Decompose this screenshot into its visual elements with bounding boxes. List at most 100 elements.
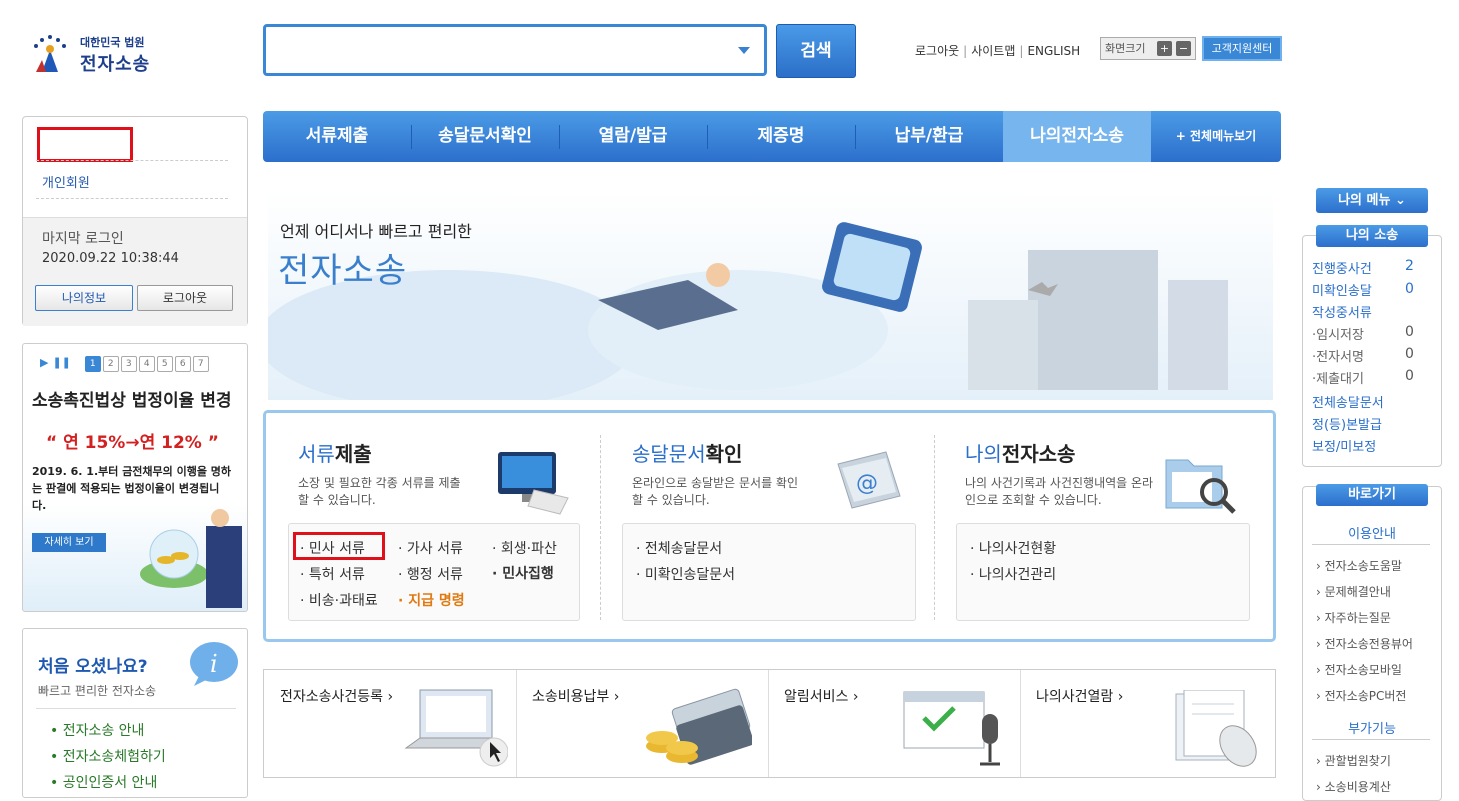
my-menu-button[interactable]: 나의 메뉴 ⌄ (1316, 188, 1428, 213)
my-info-button[interactable]: 나의정보 (35, 285, 133, 311)
nav-my-e-litigation[interactable]: 나의전자소송 (1003, 111, 1151, 162)
nav-submit-documents[interactable]: 서류제출 (263, 111, 411, 162)
e-litigation-guide-link[interactable]: • 전자소송 안내 (50, 718, 166, 744)
logout-button[interactable]: 로그아웃 (137, 285, 233, 311)
page-2[interactable]: 2 (102, 356, 119, 372)
logo-title: 전자소송 (80, 54, 151, 75)
notice-title: 소송촉진법상 법정이율 변경 (32, 391, 232, 411)
e-signature-count: 0 (1405, 346, 1414, 362)
notice-rate: “ 연 15%→연 12% ” (46, 433, 219, 453)
mobile-link[interactable]: › 전자소송모바일 (1316, 661, 1402, 678)
certified-copy-issue-link[interactable]: 정(등)본발급 (1312, 414, 1382, 433)
card-coins-icon (646, 688, 752, 765)
main-nav: 서류제출 송달문서확인 열람/발급 제증명 납부/환급 나의전자소송 + 전체메… (263, 111, 1281, 162)
dropdown-arrow-icon[interactable] (738, 47, 750, 54)
banner-tagline: 언제 어디서나 빠르고 편리한 (280, 222, 472, 241)
nav-view-issue[interactable]: 열람/발급 (559, 111, 707, 162)
civil-docs-link[interactable]: · 민사 서류 (300, 538, 365, 558)
money-illustration-icon (140, 509, 242, 608)
my-case-status-link[interactable]: · 나의사건현황 (970, 538, 1056, 558)
site-logo[interactable]: 대한민국 법원 전자소송 (28, 30, 168, 80)
page-1[interactable]: 1 (84, 356, 101, 372)
admin-docs-link[interactable]: · 행정 서류 (398, 564, 463, 584)
family-docs-link[interactable]: · 가사 서류 (398, 538, 463, 558)
play-icon[interactable]: ▶ (40, 356, 48, 369)
all-delivery-docs-right-link[interactable]: 전체송달문서 (1312, 392, 1384, 411)
page-4[interactable]: 4 (138, 356, 155, 372)
page-5[interactable]: 5 (156, 356, 173, 372)
submit-docs-desc: 소장 및 필요한 각종 서류를 제출할 수 있습니다. (298, 476, 461, 507)
svg-text:@: @ (856, 471, 878, 496)
usage-guide-section: 이용안내 (1348, 527, 1396, 542)
first-visit-title: 처음 오셨나요? (38, 657, 148, 677)
case-registration-label: 전자소송사건등록 › (280, 689, 394, 705)
civil-execution-link[interactable]: · 민사집행 (492, 563, 554, 583)
unconfirmed-delivery-right-link[interactable]: 미확인송달 (1312, 280, 1372, 299)
folder-search-icon (1165, 459, 1236, 514)
certificate-guide-link[interactable]: • 공인인증서 안내 (50, 770, 166, 796)
user-name-highlight (37, 127, 133, 162)
my-case-management-link[interactable]: · 나의사건관리 (970, 564, 1056, 584)
payment-order-link[interactable]: · 지급 명령 (398, 590, 465, 610)
my-case-view-card[interactable]: 나의사건열람 › (1020, 670, 1272, 777)
zoom-out-button[interactable]: − (1176, 41, 1191, 56)
find-court-link[interactable]: › 관할법원찾기 (1316, 752, 1391, 769)
patent-docs-link[interactable]: · 특허 서류 (300, 564, 365, 584)
info-icon: i (190, 642, 238, 686)
search-button[interactable]: 검색 (776, 24, 856, 78)
rehabilitation-bankruptcy-link[interactable]: · 회생·파산 (492, 538, 557, 558)
all-delivery-docs-link[interactable]: · 전체송달문서 (636, 538, 722, 558)
member-type: 개인회원 (42, 176, 90, 191)
additional-features-section: 부가기능 (1348, 722, 1396, 737)
faq-link[interactable]: › 자주하는질문 (1316, 609, 1391, 626)
case-registration-card[interactable]: 전자소송사건등록 › (264, 670, 517, 777)
ongoing-cases-link[interactable]: 진행중사건 (1312, 258, 1372, 277)
help-link[interactable]: › 전자소송도움말 (1316, 557, 1402, 574)
submit-waiting-link[interactable]: ·제출대기 (1312, 368, 1364, 387)
first-visit-links: • 전자소송 안내 • 전자소송체험하기 • 공인인증서 안내 (50, 718, 166, 796)
page-6[interactable]: 6 (174, 356, 191, 372)
laptop-icon (404, 689, 508, 767)
english-link[interactable]: ENGLISH (1027, 44, 1080, 58)
top-links: 로그아웃 | 사이트맵 | ENGLISH (915, 44, 1081, 58)
unconfirmed-delivery-count: 0 (1405, 281, 1414, 297)
zoom-label: 화면크기 (1105, 42, 1146, 55)
nav-certificates[interactable]: 제증명 (707, 111, 855, 162)
temp-saved-link[interactable]: ·임시저장 (1312, 324, 1364, 343)
unconfirmed-delivery-link[interactable]: · 미확인송달문서 (636, 564, 735, 584)
my-litigation-title: 나의전자소송 (965, 442, 1076, 466)
banner-title: 전자소송 (278, 251, 408, 291)
litigation-fee-card[interactable]: 소송비용납부 › (516, 670, 769, 777)
check-delivery-desc: 온라인으로 송달받은 문서를 확인 할 수 있습니다. (632, 476, 799, 507)
zoom-control: 화면크기 + − (1100, 37, 1196, 60)
shortcut-header: 바로가기 (1316, 484, 1428, 506)
fee-calculator-link[interactable]: › 소송비용계산 (1316, 778, 1391, 795)
sitemap-link[interactable]: 사이트맵 (971, 44, 1015, 58)
page-3[interactable]: 3 (120, 356, 137, 372)
page-7[interactable]: 7 (192, 356, 209, 372)
viewer-link[interactable]: › 전자소송전용뷰어 (1316, 635, 1413, 652)
notification-service-card[interactable]: 알림서비스 › (768, 670, 1021, 777)
notice-detail-button[interactable]: 자세히 보기 (32, 533, 106, 552)
correction-link[interactable]: 보정/미보정 (1312, 436, 1376, 455)
logout-link[interactable]: 로그아웃 (915, 44, 959, 58)
search-input[interactable] (263, 24, 767, 76)
svg-text:i: i (210, 650, 218, 678)
last-login-label: 마지막 로그인 (42, 231, 124, 247)
pc-version-link[interactable]: › 전자소송PC버전 (1316, 687, 1406, 704)
e-signature-link[interactable]: ·전자서명 (1312, 346, 1364, 365)
litigation-fee-label: 소송비용납부 › (532, 689, 620, 705)
drafting-docs-link[interactable]: 작성중서류 (1312, 302, 1372, 321)
e-litigation-trial-link[interactable]: • 전자소송체험하기 (50, 744, 166, 770)
ongoing-cases-count: 2 (1405, 258, 1414, 274)
calendar-microphone-icon (903, 691, 1000, 766)
pause-icon[interactable]: ❚❚ (52, 356, 70, 369)
troubleshooting-link[interactable]: › 문제해결안내 (1316, 583, 1391, 600)
nav-payment-refund[interactable]: 납부/환급 (855, 111, 1003, 162)
zoom-in-button[interactable]: + (1157, 41, 1172, 56)
my-litigation-header: 나의 소송 (1316, 225, 1428, 247)
non-contentious-fine-link[interactable]: · 비송·과태료 (300, 590, 378, 610)
support-center-button[interactable]: 고객지원센터 (1202, 36, 1282, 61)
nav-check-delivery[interactable]: 송달문서확인 (411, 111, 559, 162)
nav-all-menu[interactable]: + 전체메뉴보기 (1151, 111, 1281, 162)
